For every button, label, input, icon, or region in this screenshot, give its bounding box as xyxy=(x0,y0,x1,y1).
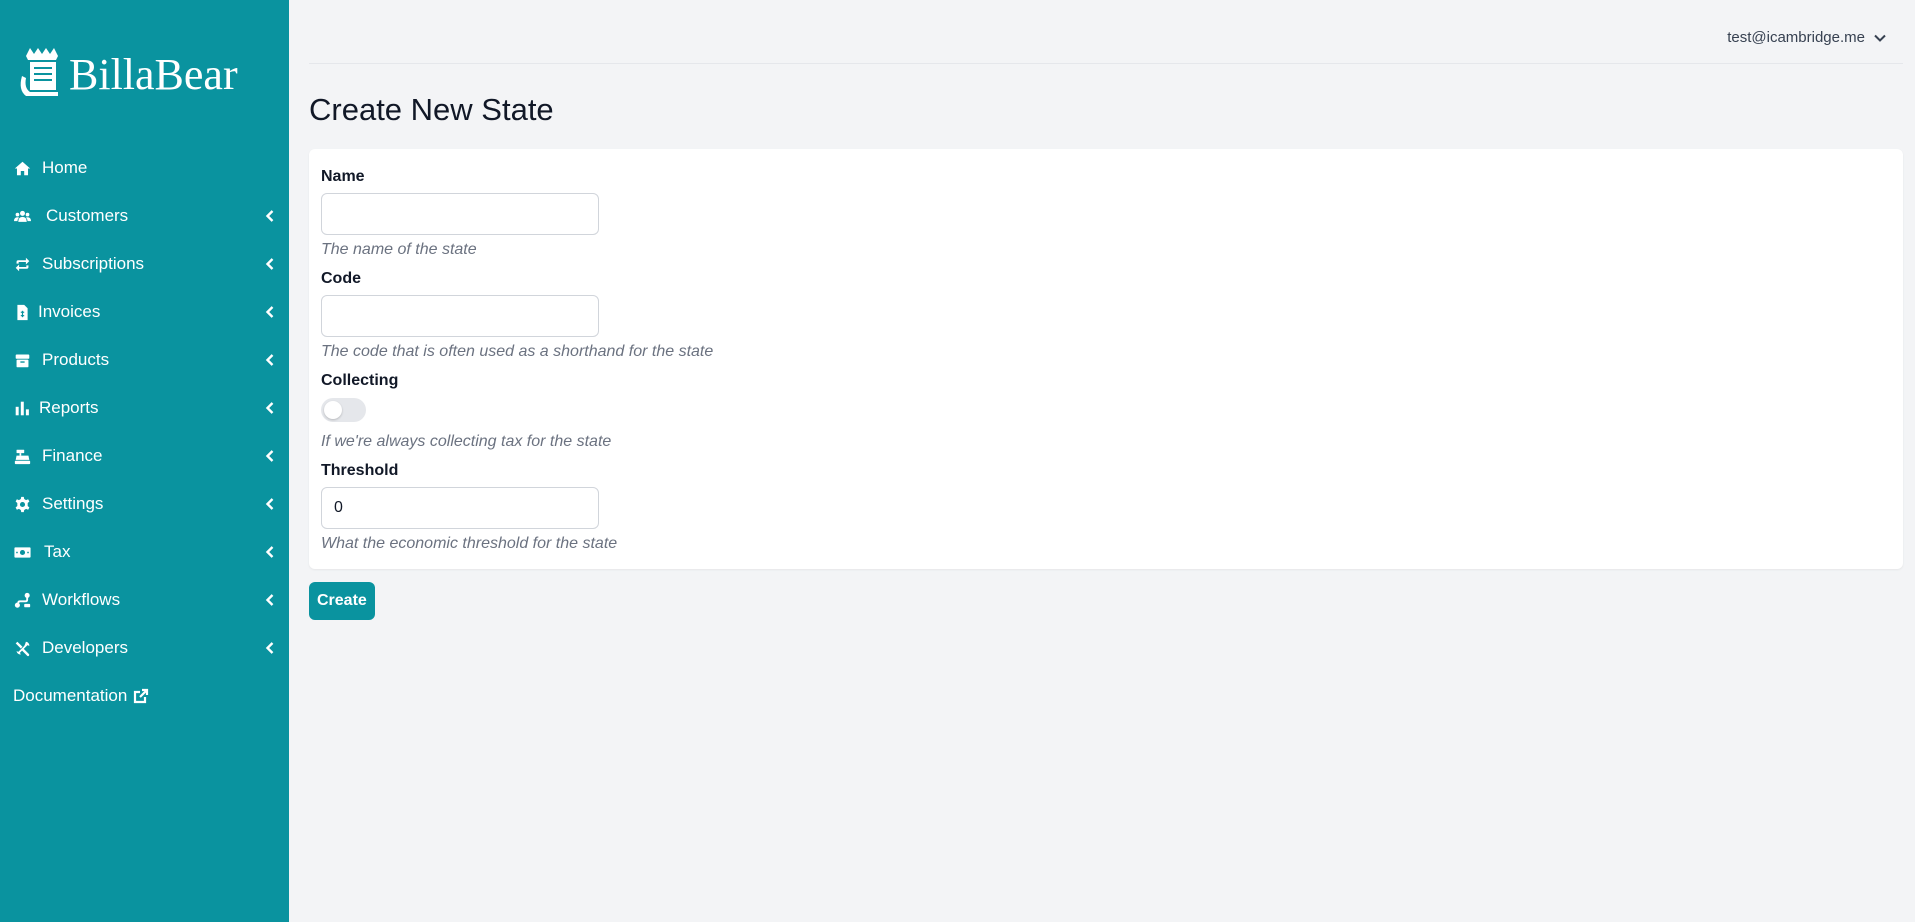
threshold-label: Threshold xyxy=(321,462,399,479)
sidebar-item-label: Developers xyxy=(42,638,128,657)
sidebar-item-products[interactable]: Products xyxy=(0,336,289,384)
sidebar-item-label: Home xyxy=(42,158,88,177)
page-title: Create New State xyxy=(309,92,554,127)
threshold-help: What the economic threshold for the stat… xyxy=(321,535,618,552)
chevron-left-icon xyxy=(263,497,277,511)
code-help: The code that is often used as a shortha… xyxy=(321,343,714,360)
workflow-icon xyxy=(13,591,31,609)
documentation-link-label: Documentation xyxy=(13,686,128,705)
sidebar-item-label: Reports xyxy=(39,398,99,417)
cash-register-icon xyxy=(13,447,31,465)
sidebar-item-documentation[interactable]: Documentation xyxy=(0,672,289,720)
sidebar-item-tax[interactable]: Tax xyxy=(0,528,289,576)
sidebar-item-developers[interactable]: Developers xyxy=(0,624,289,672)
toggle-knob xyxy=(324,401,342,419)
sidebar-item-label: Subscriptions xyxy=(42,254,145,273)
collecting-label: Collecting xyxy=(321,372,399,389)
sidebar-item-subscriptions[interactable]: Subscriptions xyxy=(0,240,289,288)
app-name: BillaBear xyxy=(69,49,238,99)
chevron-left-icon xyxy=(263,257,277,271)
chevron-left-icon xyxy=(263,593,277,607)
sidebar-item-customers[interactable]: Customers xyxy=(0,192,289,240)
chevron-left-icon xyxy=(263,209,277,223)
chevron-left-icon xyxy=(263,449,277,463)
external-link-icon xyxy=(133,688,149,704)
sidebar-item-label: Workflows xyxy=(42,590,121,609)
collecting-help: If we're always collecting tax for the s… xyxy=(321,433,612,450)
chevron-left-icon xyxy=(263,353,277,367)
chart-icon xyxy=(13,399,31,417)
sidebar-item-reports[interactable]: Reports xyxy=(0,384,289,432)
home-icon xyxy=(13,159,31,177)
logo-bear-icon xyxy=(18,46,66,103)
sidebar-item-finance[interactable]: Finance xyxy=(0,432,289,480)
chevron-left-icon xyxy=(263,401,277,415)
sidebar: BillaBear Home Customers Subscriptions I… xyxy=(0,0,289,922)
name-input[interactable] xyxy=(321,193,599,235)
sidebar-item-home[interactable]: Home xyxy=(0,144,289,192)
code-label: Code xyxy=(321,270,361,287)
sidebar-item-label: Settings xyxy=(42,494,104,513)
collecting-toggle[interactable] xyxy=(321,398,366,422)
logo[interactable]: BillaBear xyxy=(18,46,238,103)
name-help: The name of the state xyxy=(321,241,477,258)
user-email: test@icambridge.me xyxy=(1727,29,1865,46)
sidebar-item-label: Products xyxy=(42,350,110,369)
create-button[interactable]: Create xyxy=(309,582,375,620)
user-menu[interactable]: test@icambridge.me xyxy=(1727,29,1887,46)
repeat-icon xyxy=(13,255,31,273)
chevron-down-icon xyxy=(1874,34,1886,42)
tools-icon xyxy=(13,639,31,657)
top-bar: test@icambridge.me xyxy=(309,0,1903,64)
money-bill-icon xyxy=(13,543,31,561)
invoice-icon xyxy=(13,303,31,321)
threshold-input[interactable] xyxy=(321,487,599,529)
sidebar-item-label: Invoices xyxy=(38,302,101,321)
sidebar-item-workflows[interactable]: Workflows xyxy=(0,576,289,624)
code-input[interactable] xyxy=(321,295,599,337)
create-state-form: Name The name of the state Code The code… xyxy=(309,149,1903,569)
sidebar-item-invoices[interactable]: Invoices xyxy=(0,288,289,336)
sidebar-item-label: Finance xyxy=(42,446,103,465)
chevron-left-icon xyxy=(263,545,277,559)
sidebar-item-settings[interactable]: Settings xyxy=(0,480,289,528)
gear-icon xyxy=(13,495,31,513)
chevron-left-icon xyxy=(263,305,277,319)
sidebar-nav: Home Customers Subscriptions Invoices Pr… xyxy=(0,144,289,720)
name-label: Name xyxy=(321,168,365,185)
sidebar-item-label: Customers xyxy=(46,206,129,225)
box-icon xyxy=(13,351,31,369)
users-icon xyxy=(13,207,31,225)
sidebar-item-label: Tax xyxy=(44,542,71,561)
chevron-left-icon xyxy=(263,641,277,655)
